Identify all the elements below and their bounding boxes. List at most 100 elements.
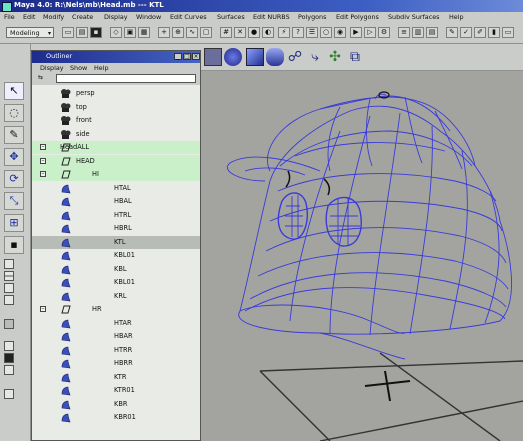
menu-help[interactable]: Help: [449, 13, 464, 21]
layers-icon[interactable]: ☰: [306, 27, 318, 38]
layout-outliner-icon[interactable]: [4, 295, 14, 305]
layout-single-icon[interactable]: [4, 259, 14, 269]
layout-four-icon[interactable]: [4, 271, 14, 281]
attribute-editor-icon[interactable]: ▤: [426, 27, 438, 38]
help-question-icon[interactable]: ?: [292, 27, 304, 38]
outliner-row[interactable]: KBR01: [32, 411, 200, 424]
snap-curve-icon[interactable]: ✕: [234, 27, 246, 38]
select-hierarchy-icon[interactable]: ◇: [110, 27, 122, 38]
last-tool-icon[interactable]: ▪: [4, 236, 24, 254]
outliner-row[interactable]: KBL: [32, 263, 200, 276]
perspective-viewport[interactable]: [200, 71, 523, 441]
pencil-icon[interactable]: ✐: [474, 27, 486, 38]
outliner-row[interactable]: HTAR: [32, 317, 200, 330]
menu-file[interactable]: File: [4, 13, 15, 21]
menu-edit-curves[interactable]: Edit Curves: [170, 13, 207, 21]
outliner-row[interactable]: HBAL: [32, 195, 200, 208]
outliner-row[interactable]: KRL: [32, 290, 200, 303]
menu-edit-nurbs[interactable]: Edit NURBS: [253, 13, 290, 21]
collapse-icon[interactable]: –: [40, 157, 46, 164]
menu-polygons[interactable]: Polygons: [298, 13, 326, 21]
outliner-menu-help[interactable]: Help: [94, 64, 109, 72]
select-component-icon[interactable]: ▦: [138, 27, 150, 38]
menu-create[interactable]: Create: [72, 13, 93, 21]
collapse-icon[interactable]: –: [40, 306, 46, 312]
layout-hypershade-icon[interactable]: [4, 341, 14, 351]
menu-window[interactable]: Window: [136, 13, 161, 21]
channel-box-icon[interactable]: ▮: [488, 27, 500, 38]
outliner-row[interactable]: top: [32, 101, 200, 114]
snap-point-icon[interactable]: ●: [248, 27, 260, 38]
cylinder-icon[interactable]: [266, 48, 284, 66]
select-object-icon[interactable]: ▣: [124, 27, 136, 38]
layout-graph-icon[interactable]: [4, 353, 14, 363]
snap-grid-icon[interactable]: #: [220, 27, 232, 38]
outliner-row[interactable]: HTRR: [32, 344, 200, 357]
new-scene-icon[interactable]: ▭: [62, 27, 74, 38]
render-icon[interactable]: ▶: [350, 27, 362, 38]
outliner-row[interactable]: – HI: [32, 168, 200, 181]
outliner-row[interactable]: – HR: [32, 303, 200, 316]
mask-surfaces-icon[interactable]: ▢: [200, 27, 212, 38]
layout-custom-icon[interactable]: [4, 389, 14, 399]
lattice-icon[interactable]: ⧉: [346, 48, 364, 66]
outliner-row[interactable]: front: [32, 114, 200, 127]
outliner-row[interactable]: KTR01: [32, 384, 200, 397]
maximize-icon[interactable]: □: [183, 53, 191, 60]
outliner-row[interactable]: HBRL: [32, 222, 200, 235]
hypergraph-icon[interactable]: ▥: [412, 27, 424, 38]
joint-icon[interactable]: ☍: [286, 48, 304, 66]
sphere-icon[interactable]: ○: [320, 27, 332, 38]
menu-display[interactable]: Display: [104, 13, 128, 21]
menu-edit[interactable]: Edit: [23, 13, 35, 21]
select-arrow-icon[interactable]: ↖: [4, 82, 24, 100]
paint-select-icon[interactable]: ✎: [4, 126, 24, 144]
ipr-render-icon[interactable]: ▷: [364, 27, 376, 38]
outliner-menu-display[interactable]: Display: [40, 64, 64, 72]
shelf-icon-a[interactable]: [204, 48, 222, 66]
outliner-row[interactable]: KBR: [32, 398, 200, 411]
edit-icon[interactable]: ✎: [446, 27, 458, 38]
mask-curves-icon[interactable]: ∿: [186, 27, 198, 38]
sphere-icon[interactable]: [224, 48, 242, 66]
lasso-icon[interactable]: ◌: [4, 104, 24, 122]
layout-persp-icon[interactable]: [4, 319, 14, 329]
collapse-icon[interactable]: –: [40, 171, 46, 177]
layout-script-icon[interactable]: [4, 365, 14, 375]
rotate-tool-icon[interactable]: ⟳: [4, 170, 24, 188]
outliner-filter-input[interactable]: [56, 74, 196, 83]
outliner-row[interactable]: side: [32, 128, 200, 141]
mode-selector[interactable]: Modeling ▾: [6, 27, 54, 38]
render-globals-icon[interactable]: ⚙: [378, 27, 390, 38]
menu-edit-polygons[interactable]: Edit Polygons: [336, 13, 379, 21]
cube-icon[interactable]: [246, 48, 264, 66]
history-icon[interactable]: ⚡: [278, 27, 290, 38]
outliner-row[interactable]: KTL: [32, 235, 200, 249]
minimize-icon[interactable]: _: [174, 53, 182, 60]
menu-modify[interactable]: Modify: [43, 13, 64, 21]
outliner-row[interactable]: – HEAD: [32, 154, 200, 168]
script-editor-icon[interactable]: ≡: [398, 27, 410, 38]
layout-two-icon[interactable]: [4, 283, 14, 293]
outliner-menu-show[interactable]: Show: [70, 64, 87, 72]
outliner-row[interactable]: HBRR: [32, 357, 200, 370]
tool-settings-icon[interactable]: ▭: [502, 27, 514, 38]
outliner-row[interactable]: – HeadALL: [32, 141, 200, 154]
outliner-row[interactable]: persp: [32, 87, 200, 100]
outliner-row[interactable]: HTRL: [32, 209, 200, 222]
scale-tool-icon[interactable]: ⤡: [4, 192, 24, 210]
outliner-row[interactable]: KBL01: [32, 249, 200, 262]
outliner-row[interactable]: KBL01: [32, 276, 200, 289]
manipulator-icon[interactable]: ⊞: [4, 214, 24, 232]
menu-surfaces[interactable]: Surfaces: [217, 13, 245, 21]
mask-joints-icon[interactable]: ⊕: [172, 27, 184, 38]
outliner-title-bar[interactable]: Outliner _ □ ×: [32, 51, 200, 63]
ik-handle-icon[interactable]: ⤷: [306, 48, 324, 66]
move-icon[interactable]: ✣: [326, 48, 344, 66]
outliner-row[interactable]: HTAL: [32, 182, 200, 195]
move-tool-icon[interactable]: ✥: [4, 148, 24, 166]
save-scene-icon[interactable]: ▪: [90, 27, 102, 38]
open-scene-icon[interactable]: ▤: [76, 27, 88, 38]
filter-arrows-icon[interactable]: ⇆: [38, 74, 43, 81]
mask-handles-icon[interactable]: +: [158, 27, 170, 38]
